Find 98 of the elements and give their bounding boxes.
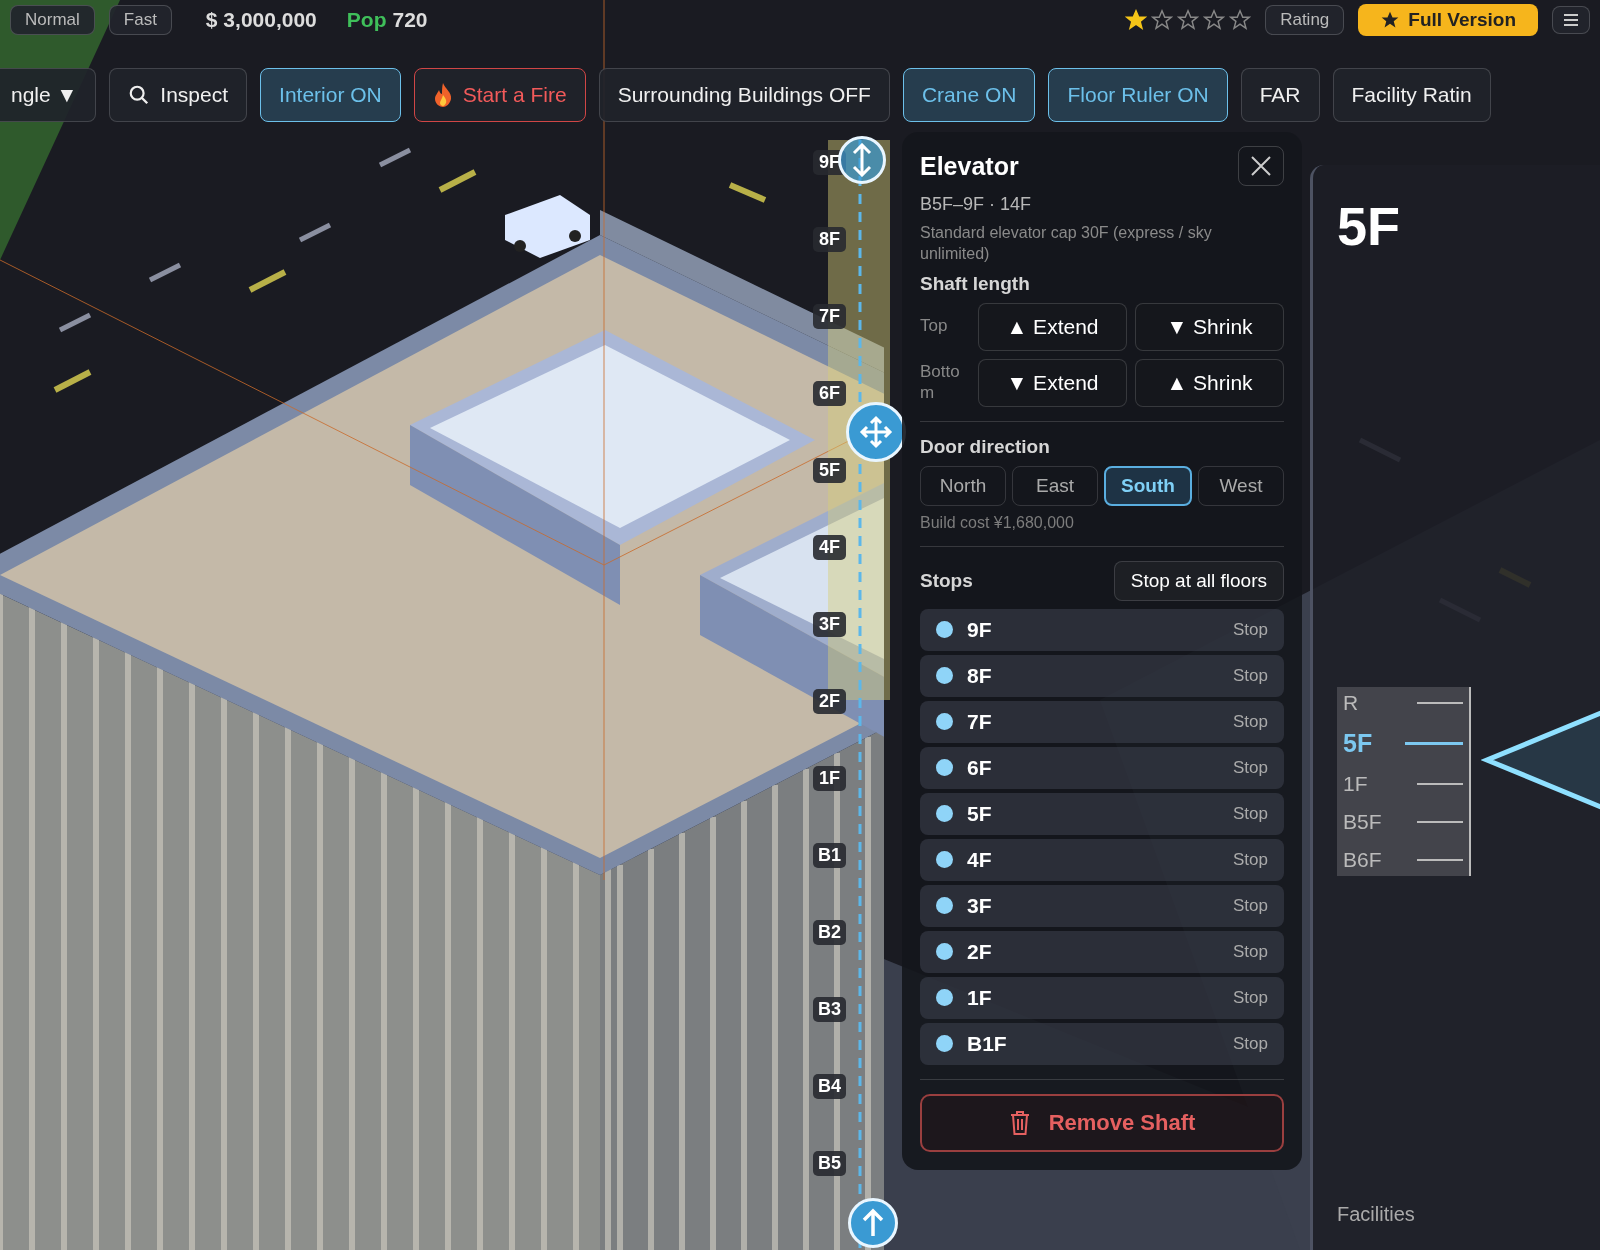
- stop-floor: 6F: [967, 755, 993, 780]
- shaft-button[interactable]: ▲ Extend: [978, 302, 1127, 351]
- remove-shaft-button[interactable]: Remove Shaft: [920, 1093, 1284, 1152]
- stop-toggle[interactable]: Stop: [1233, 987, 1268, 1008]
- stop-row[interactable]: 6F Stop: [920, 746, 1284, 789]
- stop-toggle[interactable]: Stop: [1233, 757, 1268, 778]
- stop-toggle[interactable]: Stop: [1233, 1033, 1268, 1054]
- stop-row[interactable]: 8F Stop: [920, 654, 1284, 697]
- facilities-heading: Facilities: [1337, 1203, 1415, 1226]
- floor-marker: 5F: [813, 458, 846, 483]
- floor-marker: B4: [813, 1074, 846, 1099]
- shaft-button[interactable]: ▼ Shrink: [1135, 302, 1284, 351]
- stop-floor: 5F: [967, 801, 993, 826]
- section-heading: Shaft length: [920, 272, 1031, 295]
- direction-option[interactable]: South: [1104, 465, 1192, 506]
- star-icon: [1203, 9, 1226, 31]
- stop-floor: B1F: [967, 1031, 1008, 1056]
- stop-floor: 7F: [967, 709, 993, 734]
- move-arrows-icon: [859, 415, 893, 449]
- population-label: Pop: [346, 8, 387, 32]
- star-icon: [1177, 9, 1200, 31]
- stop-row[interactable]: B1F Stop: [920, 1022, 1284, 1065]
- build-cost: Build cost ¥1,680,000: [920, 513, 1075, 532]
- floor-marker: 4F: [813, 535, 846, 560]
- stop-floor: 2F: [967, 939, 993, 964]
- stop-toggle[interactable]: Stop: [1233, 665, 1268, 686]
- floor-marker: B3: [813, 997, 846, 1022]
- stop-toggle[interactable]: Stop: [1233, 941, 1268, 962]
- stop-floor: 3F: [967, 893, 993, 918]
- close-icon: [1250, 155, 1272, 177]
- panel-title: Elevator: [920, 151, 1019, 181]
- section-heading: Stops: [920, 569, 973, 592]
- stop-toggle[interactable]: Stop: [1233, 849, 1268, 870]
- toolbar-button[interactable]: Surrounding Buildings OFF: [598, 68, 890, 122]
- stop-floor: 1F: [967, 985, 993, 1010]
- ruler-label[interactable]: B5F: [1343, 810, 1382, 834]
- floor-marker: B2: [813, 920, 846, 945]
- floor-marker: 3F: [813, 612, 846, 637]
- stop-row[interactable]: 2F Stop: [920, 930, 1284, 973]
- floor-marker: 1F: [813, 766, 846, 791]
- stop-row[interactable]: 9F Stop: [920, 608, 1284, 651]
- full-version-button[interactable]: Full Version: [1358, 4, 1538, 36]
- stop-row[interactable]: 1F Stop: [920, 976, 1284, 1019]
- stop-floor: 4F: [967, 847, 993, 872]
- direction-option[interactable]: North: [920, 465, 1006, 506]
- shaft-range: B5F–9F · 14F: [920, 194, 1033, 215]
- toolbar-button[interactable]: Inspect: [109, 68, 248, 122]
- floor-marker: B5: [813, 1151, 846, 1176]
- menu-icon: [1563, 13, 1579, 27]
- stop-row[interactable]: 7F Stop: [920, 700, 1284, 743]
- population-value: 720: [392, 8, 428, 32]
- stop-row[interactable]: 3F Stop: [920, 884, 1284, 927]
- speed-button[interactable]: Fast: [108, 5, 172, 35]
- money-amount: $ 3,000,000: [205, 8, 317, 32]
- trash-icon: [1008, 1109, 1031, 1136]
- toolbar-button[interactable]: Start a Fire: [413, 68, 586, 122]
- menu-button[interactable]: [1552, 6, 1590, 34]
- speed-button[interactable]: Normal: [10, 5, 95, 35]
- floor-marker: B1: [813, 843, 846, 868]
- toolbar-button[interactable]: Facility Ratin: [1332, 68, 1491, 122]
- floor-marker: 2F: [813, 689, 846, 714]
- toolbar-button[interactable]: Interior ON: [260, 68, 401, 122]
- star-icon: [1151, 9, 1174, 31]
- star-icon: [1229, 9, 1252, 31]
- ruler-label[interactable]: 1F: [1343, 772, 1368, 796]
- toolbar-button[interactable]: Floor Ruler ON: [1048, 68, 1228, 122]
- stop-floor: 8F: [967, 663, 993, 688]
- stop-floor: 9F: [967, 617, 993, 642]
- stop-row[interactable]: 5F Stop: [920, 792, 1284, 835]
- floor-marker: 6F: [813, 381, 846, 406]
- direction-option[interactable]: East: [1012, 465, 1098, 506]
- rating-button[interactable]: Rating: [1265, 5, 1345, 35]
- shaft-button[interactable]: ▼ Extend: [978, 358, 1127, 407]
- stop-toggle[interactable]: Stop: [1233, 711, 1268, 732]
- toolbar-button[interactable]: Crane ON: [902, 68, 1036, 122]
- stop-row[interactable]: 4F Stop: [920, 838, 1284, 881]
- stop-toggle[interactable]: Stop: [1233, 895, 1268, 916]
- row-label: Top: [920, 316, 949, 337]
- close-button[interactable]: [1238, 146, 1284, 186]
- floor-title: 5F: [1337, 195, 1401, 257]
- search-icon: [128, 84, 151, 106]
- floor-marker: 8F: [813, 227, 846, 252]
- stop-toggle[interactable]: Stop: [1233, 619, 1268, 640]
- star-icon: [1125, 9, 1148, 31]
- section-heading: Door direction: [920, 435, 1051, 458]
- capacity-note: Standard elevator cap 30F (express / sky unlimited): [920, 223, 1213, 264]
- ruler-label[interactable]: B6F: [1343, 848, 1382, 872]
- direction-option[interactable]: West: [1198, 465, 1284, 506]
- floor-marker: 7F: [813, 304, 846, 329]
- ruler-label[interactable]: 5F: [1343, 729, 1373, 758]
- row-label: Bottom: [920, 362, 961, 403]
- stop-all-button[interactable]: Stop at all floors: [1113, 560, 1284, 601]
- toolbar-button[interactable]: ngle ▼: [0, 68, 97, 122]
- shaft-button[interactable]: ▲ Shrink: [1135, 358, 1284, 407]
- stop-toggle[interactable]: Stop: [1233, 803, 1268, 824]
- ruler-label[interactable]: R: [1343, 691, 1359, 715]
- flame-icon: [432, 82, 453, 108]
- toolbar-button[interactable]: FAR: [1240, 68, 1320, 122]
